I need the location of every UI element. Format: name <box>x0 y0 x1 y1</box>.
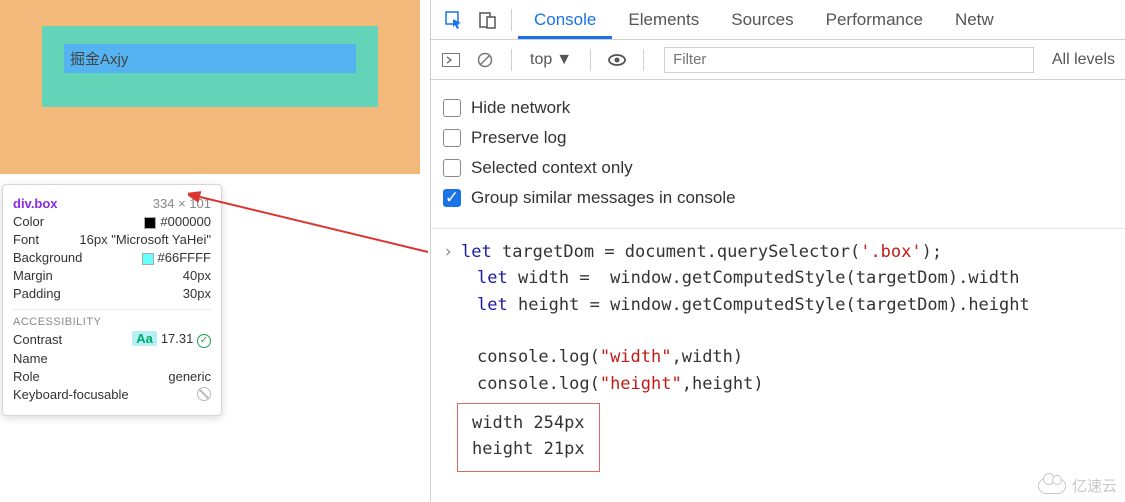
element-inspect-tooltip: div.box 334 × 101 Color #000000 Font 16p… <box>2 184 222 416</box>
tab-network[interactable]: Netw <box>939 0 1010 39</box>
tooltip-bg-value: #66FFFF <box>142 250 211 265</box>
opt-group-similar[interactable]: ✓Group similar messages in console <box>443 188 1113 208</box>
tooltip-selector: div.box <box>13 196 58 211</box>
device-toolbar-icon[interactable] <box>471 0 505 39</box>
console-log-output: width 254px height 21px <box>457 403 600 472</box>
code-line: console.log("width",width) <box>443 344 1119 370</box>
console-toolbar: top ▼ All levels <box>431 40 1125 80</box>
tooltip-contrast-label: Contrast <box>13 332 62 347</box>
preview-margin-area: 掘金Axjy <box>0 0 420 174</box>
filter-input[interactable] <box>664 47 1034 73</box>
tooltip-color-label: Color <box>13 214 44 229</box>
preview-content-box: 掘金Axjy <box>64 44 356 73</box>
devtools-panel: Console Elements Sources Performance Net… <box>430 0 1125 502</box>
watermark: 亿速云 <box>1038 475 1117 496</box>
annotation-arrow-icon <box>188 182 438 262</box>
console-settings: Hide network Preserve log Selected conte… <box>431 80 1125 229</box>
opt-selected-context[interactable]: Selected context only <box>443 158 1113 178</box>
cloud-icon <box>1038 478 1066 494</box>
tab-console[interactable]: Console <box>518 0 612 39</box>
tooltip-font-value: 16px "Microsoft YaHei" <box>79 232 211 247</box>
tab-elements[interactable]: Elements <box>612 0 715 39</box>
log-levels-selector[interactable]: All levels <box>1048 51 1119 69</box>
code-line: let width = window.getComputedStyle(targ… <box>443 265 1119 291</box>
inspect-element-icon[interactable] <box>437 0 471 39</box>
tooltip-role-label: Role <box>13 369 40 384</box>
live-expression-icon[interactable] <box>603 48 631 72</box>
tab-performance[interactable]: Performance <box>810 0 939 39</box>
tooltip-font-label: Font <box>13 232 39 247</box>
page-preview: 掘金Axjy div.box 334 × 101 Color #000000 F… <box>0 0 420 502</box>
tooltip-margin-label: Margin <box>13 268 53 283</box>
ban-icon <box>197 387 211 401</box>
tooltip-padding-value: 30px <box>183 286 211 301</box>
clear-console-icon[interactable] <box>471 48 499 72</box>
opt-hide-network[interactable]: Hide network <box>443 98 1113 118</box>
tooltip-dimensions: 334 × 101 <box>153 196 211 211</box>
opt-preserve-log[interactable]: Preserve log <box>443 128 1113 148</box>
tab-sources[interactable]: Sources <box>715 0 809 39</box>
tooltip-contrast-value: Aa17.31 ✓ <box>132 331 211 348</box>
devtools-tabbar: Console Elements Sources Performance Net… <box>431 0 1125 40</box>
tooltip-bg-label: Background <box>13 250 82 265</box>
tooltip-kf-label: Keyboard-focusable <box>13 387 129 402</box>
context-selector[interactable]: top ▼ <box>524 51 578 69</box>
console-output: ›let targetDom = document.querySelector(… <box>431 229 1125 478</box>
console-sidebar-toggle-icon[interactable] <box>437 48 465 72</box>
tooltip-name-label: Name <box>13 351 48 366</box>
tooltip-color-value: #000000 <box>144 214 211 229</box>
tooltip-role-value: generic <box>168 369 211 384</box>
check-icon: ✓ <box>197 334 211 348</box>
tooltip-a11y-header: ACCESSIBILITY <box>13 309 211 328</box>
preview-padding-area: 掘金Axjy <box>42 26 378 107</box>
console-input-line[interactable]: ›let targetDom = document.querySelector(… <box>443 239 1119 265</box>
code-line: let height = window.getComputedStyle(tar… <box>443 292 1119 318</box>
code-line: console.log("height",height) <box>443 371 1119 397</box>
tooltip-padding-label: Padding <box>13 286 61 301</box>
code-line <box>443 318 1119 344</box>
dropdown-triangle-icon: ▼ <box>556 51 572 69</box>
tooltip-margin-value: 40px <box>183 268 211 283</box>
